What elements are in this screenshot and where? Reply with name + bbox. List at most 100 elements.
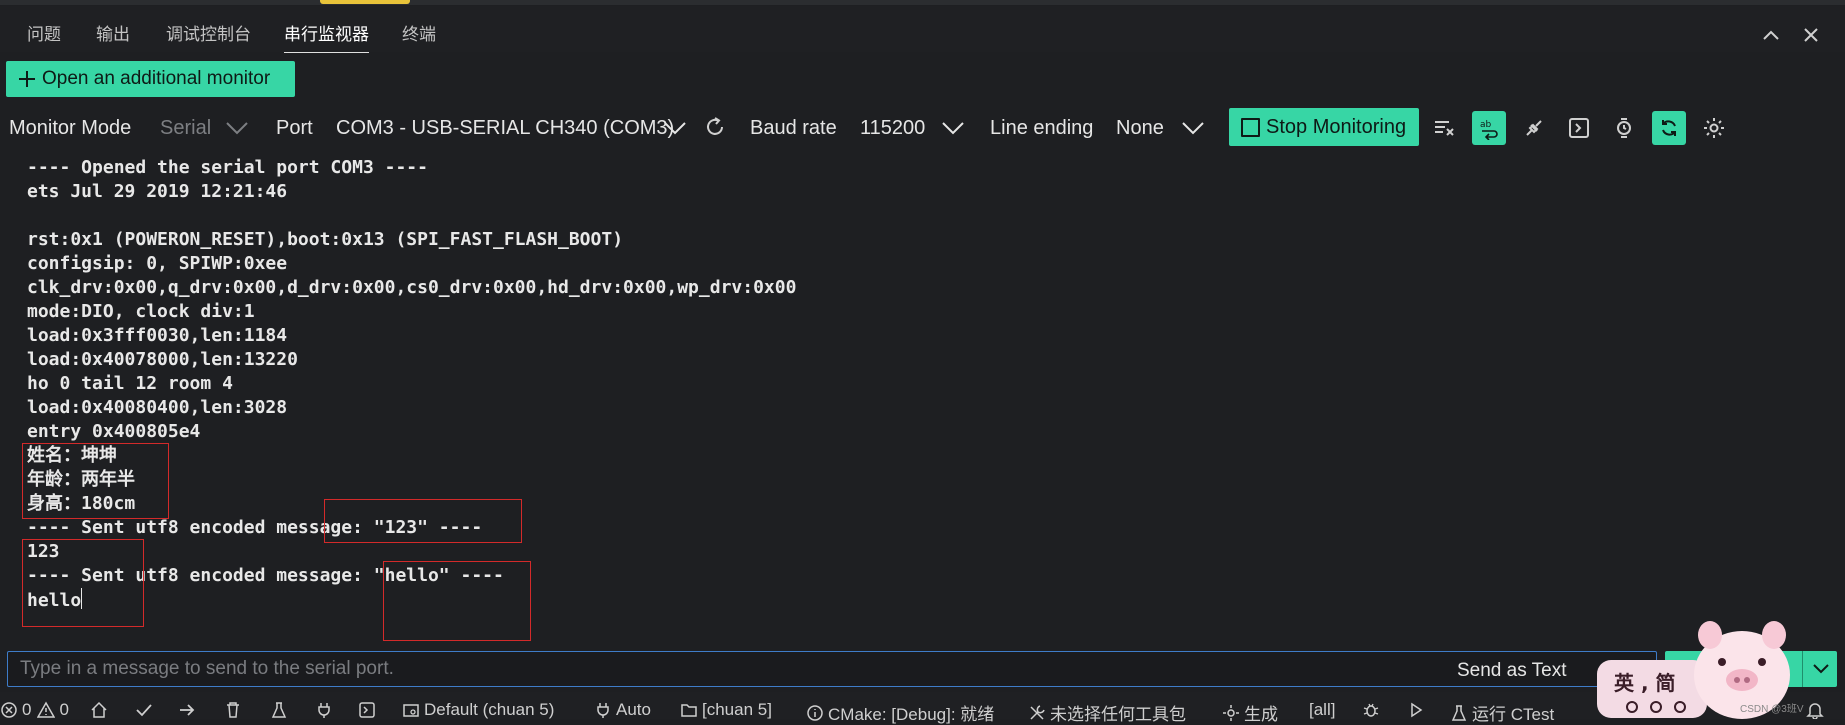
status-bar: 0 0 Default (chuan 5) Auto [chuan 5] CMa… — [0, 692, 1845, 724]
tab-serial-monitor[interactable]: 串行监视器 — [284, 20, 369, 53]
baud-rate-chevron-down-icon[interactable] — [940, 119, 966, 137]
monitor-mode-chevron-down-icon[interactable] — [224, 119, 250, 137]
error-icon — [1, 702, 17, 718]
output-line: ---- Sent utf8 encoded message: "123" --… — [27, 517, 483, 538]
build-check-icon[interactable] — [135, 701, 153, 719]
output-line: clk_drv:0x00,q_drv:0x00,d_drv:0x00,cs0_d… — [27, 277, 797, 298]
debug-bug-icon[interactable] — [1362, 701, 1380, 719]
home-icon[interactable] — [90, 701, 108, 719]
kit-status[interactable]: Default (chuan 5) — [402, 700, 554, 720]
plus-icon — [19, 71, 35, 87]
kit-label: Default (chuan 5) — [424, 700, 555, 719]
toggle-word-wrap-icon[interactable]: ab — [1472, 111, 1506, 145]
output-line: 身高：180cm — [27, 493, 136, 514]
upload-arrow-icon[interactable] — [178, 701, 196, 719]
output-line-text: hello — [27, 590, 82, 611]
output-line: 123 — [27, 541, 60, 562]
build-label: 生成 — [1244, 705, 1278, 724]
csdn-watermark: CSDN @3班V — [1740, 704, 1804, 715]
timestamp-watch-icon[interactable] — [1607, 111, 1641, 145]
output-line: 姓名：坤坤 — [27, 445, 117, 466]
open-additional-monitor-label: Open an additional monitor — [42, 68, 271, 89]
output-line-last: hello — [27, 588, 83, 612]
baud-rate-select[interactable]: 115200 — [860, 117, 925, 140]
toolkit-label: 未选择任何工具包 — [1050, 705, 1186, 724]
output-line: entry 0x400805e4 — [27, 421, 201, 442]
panel-tab-bar: 问题 输出 调试控制台 串行监视器 终端 — [0, 6, 1845, 53]
problems-status[interactable]: 0 0 — [0, 700, 69, 720]
folder-gear-icon — [403, 704, 419, 717]
folder-icon — [681, 704, 697, 717]
cmake-label: CMake: [Debug]: 就绪 — [828, 705, 995, 724]
warning-icon — [37, 701, 56, 718]
text-caret — [81, 588, 83, 609]
error-count: 0 — [22, 700, 32, 719]
toolkit-status[interactable]: 未选择任何工具包 — [1028, 700, 1186, 725]
serial-message-input[interactable] — [7, 651, 1657, 687]
warning-count: 0 — [59, 700, 69, 719]
stop-monitoring-button[interactable]: Stop Monitoring — [1229, 108, 1419, 146]
output-line: load:0x40078000,len:13220 — [27, 349, 298, 370]
send-options-chevron-down-icon[interactable] — [1811, 660, 1831, 678]
baud-rate-label: Baud rate — [750, 117, 837, 139]
close-panel-icon[interactable] — [1800, 24, 1822, 46]
output-line: ---- Sent utf8 encoded message: "hello" … — [27, 565, 504, 586]
monitor-mode-label: Monitor Mode — [9, 117, 132, 139]
ctest-status[interactable]: 运行 CTest — [1450, 700, 1554, 725]
line-ending-label: Line ending — [990, 117, 1094, 139]
window-top-strip — [0, 0, 1845, 5]
stop-monitoring-label: Stop Monitoring — [1266, 115, 1407, 138]
refresh-ports-icon[interactable] — [703, 115, 727, 139]
serial-output[interactable]: ---- Opened the serial port COM3 ---- et… — [0, 156, 1845, 641]
auto-label: Auto — [616, 700, 651, 719]
line-ending-chevron-down-icon[interactable] — [1180, 119, 1206, 137]
output-line: rst:0x1 (POWERON_RESET),boot:0x13 (SPI_F… — [27, 229, 624, 250]
notification-bell-icon[interactable] — [1806, 701, 1824, 719]
ctest-label: 运行 CTest — [1472, 705, 1555, 724]
plug-icon[interactable] — [315, 701, 333, 719]
tab-debug-console[interactable]: 调试控制台 — [166, 20, 251, 45]
open-additional-monitor-button[interactable]: Open an additional monitor — [6, 61, 295, 97]
folder-label: [chuan 5] — [702, 700, 772, 719]
maximize-panel-icon[interactable] — [1760, 24, 1782, 46]
monitor-toolbar: Monitor Mode Serial Port COM3 - USB-SERI… — [0, 105, 1845, 151]
settings-gear-icon[interactable] — [1697, 111, 1731, 145]
send-as-text-select[interactable]: Send as Text — [1457, 660, 1567, 682]
port-select[interactable]: COM3 - USB-SERIAL CH340 (COM3) — [336, 117, 674, 140]
output-line: 年龄：两年半 — [27, 469, 135, 490]
trash-icon[interactable] — [224, 701, 242, 719]
test-flask-icon[interactable] — [270, 701, 288, 719]
connect-plug-icon[interactable] — [1517, 111, 1551, 145]
monitor-mode-select[interactable]: Serial — [160, 117, 211, 140]
clear-output-icon[interactable] — [1427, 111, 1461, 145]
folder-status[interactable]: [chuan 5] — [680, 700, 772, 720]
output-line: ---- Opened the serial port COM3 ---- — [27, 157, 428, 178]
send-split-divider — [1802, 651, 1803, 687]
output-line: mode:DIO, clock div:1 — [27, 301, 255, 322]
output-line: load:0x40080400,len:3028 — [27, 397, 288, 418]
auto-status[interactable]: Auto — [594, 700, 651, 720]
plug-auto-icon — [597, 703, 609, 718]
target-status[interactable]: [all] — [1309, 700, 1335, 720]
output-line: load:0x3fff0030,len:1184 — [27, 325, 288, 346]
cmake-status[interactable]: CMake: [Debug]: 就绪 — [806, 700, 994, 725]
line-ending-select[interactable]: None — [1116, 117, 1164, 140]
terminal-icon[interactable] — [358, 701, 376, 719]
ime-sticker-text: 英 , 简 — [1614, 671, 1676, 695]
run-play-icon[interactable] — [1407, 701, 1425, 719]
tab-terminal[interactable]: 终端 — [402, 20, 436, 45]
editor-tab-accent — [320, 0, 410, 4]
tab-output[interactable]: 输出 — [96, 20, 130, 45]
show-in-terminal-icon[interactable] — [1562, 111, 1596, 145]
tab-problems[interactable]: 问题 — [27, 20, 61, 45]
message-input-bar: Send as Text — [0, 646, 1845, 692]
port-chevron-down-icon[interactable] — [662, 119, 688, 137]
output-line: ets Jul 29 2019 12:21:46 — [27, 181, 288, 202]
build-status[interactable]: 生成 — [1222, 700, 1278, 725]
svg-text:ab: ab — [1480, 120, 1492, 130]
autoscroll-toggle-icon[interactable] — [1652, 111, 1686, 145]
port-label: Port — [276, 117, 313, 139]
stop-square-icon — [1241, 117, 1260, 137]
target-label: [all] — [1309, 700, 1336, 719]
output-line: configsip: 0, SPIWP:0xee — [27, 253, 288, 274]
